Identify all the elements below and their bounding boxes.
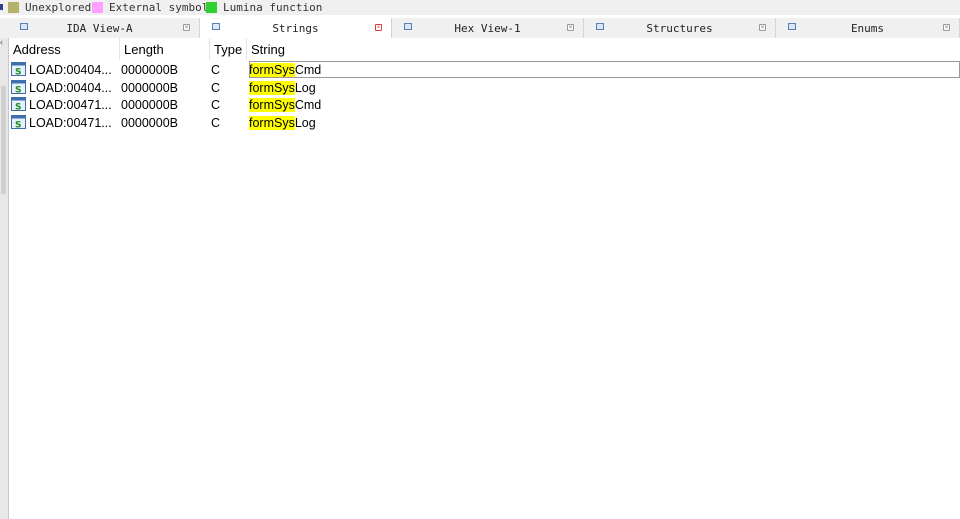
cell-length: 0000000B [121, 98, 179, 112]
table-row[interactable]: S LOAD:00471... 0000000B C formSysLog [9, 114, 960, 132]
close-icon[interactable]: × [759, 24, 766, 31]
search-highlight: formSys [249, 98, 295, 112]
cell-type: C [211, 63, 221, 77]
cell-length: 0000000B [121, 80, 179, 95]
tab-enums[interactable]: Enums × [776, 18, 960, 38]
cell-length: 0000000B [121, 115, 179, 130]
column-header-type[interactable]: Type [210, 38, 247, 60]
close-icon[interactable]: × [375, 24, 382, 31]
cell-string: formSysLog [249, 114, 316, 131]
close-icon[interactable]: × [943, 24, 950, 31]
string-icon: S [11, 114, 26, 129]
string-remainder: Log [294, 80, 316, 95]
legend-bar: Unexplored External symbol Lumina functi… [0, 0, 960, 15]
tab-label: Strings [272, 22, 319, 35]
string-icon: S [11, 79, 26, 94]
legend-label: Unexplored [25, 1, 92, 14]
legend-edge-marker [0, 4, 3, 10]
search-highlight: formSys [249, 115, 295, 130]
tab-structures[interactable]: Structures × [584, 18, 776, 38]
close-icon[interactable]: × [183, 24, 190, 31]
collapse-arrow-icon[interactable]: ‹ [0, 38, 7, 48]
legend-item-unexplored: Unexplored [8, 0, 91, 15]
tab-ida-view-a[interactable]: IDA View-A × [0, 18, 200, 38]
svg-text:S: S [15, 103, 21, 112]
search-highlight: formSys [249, 80, 295, 95]
legend-swatch-unexplored [8, 2, 19, 13]
cell-type: C [211, 80, 221, 95]
tab-hex-view-1[interactable]: Hex View-1 × [392, 18, 584, 38]
tab-label: IDA View-A [66, 22, 133, 35]
string-remainder: Cmd [294, 98, 322, 112]
cell-string: formSysLog [249, 79, 316, 96]
svg-text:S: S [15, 120, 21, 129]
cell-string: formSysCmd [249, 61, 960, 78]
table-row[interactable]: S LOAD:00404... 0000000B C formSysLog [9, 79, 960, 97]
legend-label: Lumina function [223, 1, 323, 14]
tab-strings[interactable]: Strings × [200, 18, 392, 39]
cell-address: LOAD:00404... [29, 80, 112, 95]
string-remainder: Cmd [294, 63, 322, 77]
legend-item-lumina-function: Lumina function [206, 0, 322, 15]
left-gutter: ‹ [0, 38, 9, 519]
svg-text:S: S [15, 68, 21, 77]
column-header-address[interactable]: Address [9, 38, 120, 60]
table-body: S LOAD:00404... 0000000B C formSysCmd S … [9, 61, 960, 131]
strings-table: Address Length Type String S LOAD:00404.… [9, 38, 960, 519]
cell-address: LOAD:00471... [29, 98, 112, 112]
table-header: Address Length Type String [9, 38, 960, 60]
tab-label: Enums [850, 22, 885, 35]
string-icon: S [11, 97, 26, 111]
cell-type: C [211, 98, 221, 112]
string-icon: S [11, 62, 26, 76]
legend-item-external-symbol: External symbol [92, 0, 208, 15]
column-header-string[interactable]: String [247, 38, 960, 60]
tab-label: Hex View-1 [454, 22, 521, 35]
tab-label: Structures [646, 22, 713, 35]
gutter-scrollbar[interactable] [1, 86, 6, 194]
cell-address: LOAD:00471... [29, 115, 112, 130]
cell-address: LOAD:00404... [29, 63, 112, 77]
cell-type: C [211, 115, 221, 130]
string-remainder: Log [294, 115, 316, 130]
close-icon[interactable]: × [567, 24, 574, 31]
tab-bar: IDA View-A × Strings × Hex View-1 × Stru… [0, 18, 960, 39]
svg-text:S: S [15, 85, 21, 94]
legend-swatch-lumina-function [206, 2, 217, 13]
column-header-length[interactable]: Length [120, 38, 210, 60]
table-row[interactable]: S LOAD:00471... 0000000B C formSysCmd [9, 96, 960, 114]
cell-length: 0000000B [121, 63, 179, 77]
legend-swatch-external-symbol [92, 2, 103, 13]
cell-string: formSysCmd [249, 96, 321, 113]
legend-label: External symbol [109, 1, 209, 14]
table-row[interactable]: S LOAD:00404... 0000000B C formSysCmd [9, 61, 960, 79]
search-highlight: formSys [249, 63, 295, 77]
